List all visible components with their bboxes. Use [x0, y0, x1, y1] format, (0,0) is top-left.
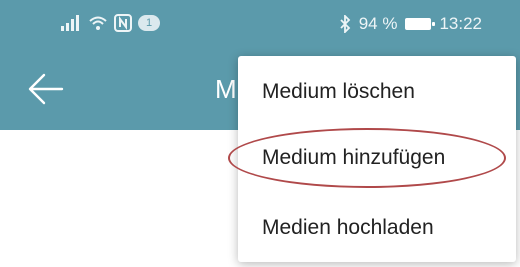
page-title: M — [215, 74, 237, 104]
notification-badge: 1 — [138, 15, 160, 31]
overflow-menu: Medium löschen Medium hinzufügen Medien … — [238, 56, 516, 262]
signal-icon — [61, 15, 79, 31]
bluetooth-icon — [340, 15, 350, 33]
nfc-icon — [114, 14, 132, 32]
menu-item-upload-media[interactable]: Medien hochladen — [238, 198, 516, 258]
back-button[interactable] — [28, 72, 64, 106]
clock: 13:22 — [439, 14, 482, 33]
status-left: 1 — [60, 14, 160, 32]
back-arrow-icon — [28, 73, 64, 105]
status-bar: 1 94 % 13:22 — [0, 0, 520, 48]
menu-item-add-medium[interactable]: Medium hinzufügen — [238, 128, 516, 188]
status-right: 94 % 13:22 — [339, 14, 482, 34]
menu-item-delete-medium[interactable]: Medium löschen — [238, 62, 516, 122]
wifi-icon — [89, 16, 107, 30]
battery-icon — [405, 18, 436, 30]
battery-percent: 94 % — [358, 14, 398, 33]
